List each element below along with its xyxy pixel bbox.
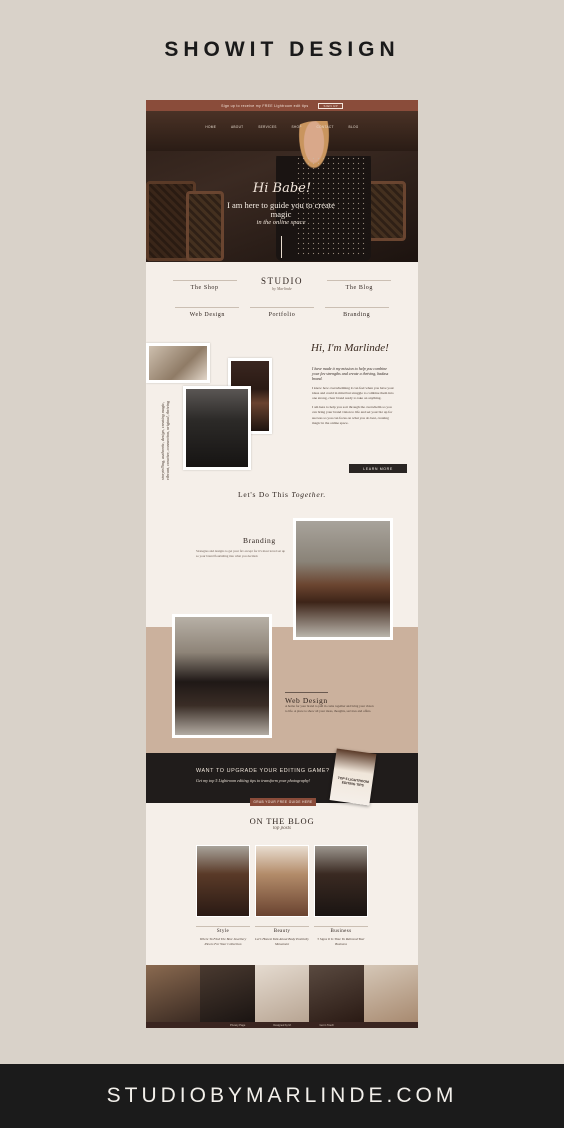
site-footer: Privacy Page Designed by M. Get in Touch [146, 1022, 418, 1028]
website-url: STUDIOBYMARLINDE.COM [106, 1084, 458, 1107]
menu-item-portfolio[interactable]: Portfolio [249, 307, 314, 318]
blog-category[interactable]: Business [314, 926, 368, 934]
web-design-text: A home for your brand to pull in come to… [285, 704, 374, 713]
about-keywords: storytelling, authentic, design, creatin… [160, 401, 170, 480]
about-paragraph: I am here to help you sort through the o… [312, 405, 393, 425]
announcement-bar: Sign up to receive my FREE Lightroom edi… [146, 100, 418, 111]
footer-link[interactable]: Privacy Page [230, 1024, 245, 1027]
instagram-image[interactable] [146, 965, 201, 1022]
blog-post-image[interactable] [255, 845, 309, 917]
hero-headline: I am here to guide you to create magic [227, 200, 335, 219]
instagram-image[interactable] [254, 965, 310, 1022]
instagram-feed [146, 965, 418, 1022]
page-title: SHOWIT DESIGN [164, 38, 400, 61]
menu-item-branding[interactable]: Branding [324, 307, 389, 318]
hero-divider [281, 236, 282, 258]
about-paragraph: I know how overwhelming it can feel when… [312, 385, 394, 401]
announcement-text: Sign up to receive my FREE Lightroom edi… [221, 103, 309, 108]
instagram-image[interactable] [200, 965, 255, 1022]
nav-shop[interactable]: SHOP [291, 125, 301, 129]
url-banner: STUDIOBYMARLINDE.COM [0, 1064, 564, 1128]
blog-post-title[interactable]: 5 Signs It Is Time To Rebrand Your Busin… [314, 937, 368, 947]
blog-subheading: top posts [273, 826, 291, 831]
nav-home[interactable]: HOME [205, 125, 216, 129]
instagram-image[interactable] [363, 965, 418, 1022]
blog-post-image[interactable] [196, 845, 250, 917]
nav-services[interactable]: SERVICES [258, 125, 276, 129]
footer-link[interactable]: Get in Touch [319, 1024, 334, 1027]
nav-about[interactable]: ABOUT [231, 125, 243, 129]
menu-item-shop[interactable]: The Shop [172, 280, 237, 291]
blog-category[interactable]: Beauty [255, 926, 309, 934]
menu-item-web-design[interactable]: Web Design [175, 307, 240, 318]
services-heading-b: Together. [291, 490, 327, 499]
main-nav: HOME ABOUT SERVICES SHOP CONTACT BLOG [146, 125, 418, 129]
about-greeting: Hi, I'm Marlinde! [311, 342, 389, 354]
instagram-image[interactable] [309, 965, 364, 1022]
about-photo-flatlay [146, 343, 210, 383]
free-guide-button[interactable]: GRAB YOUR FREE GUIDE HERE [250, 798, 316, 806]
blog-post-image[interactable] [314, 845, 368, 917]
branding-text: Strategies and designs to get your fav e… [196, 549, 286, 558]
logo-wordmark: STUDIO [261, 276, 303, 286]
hero-section: HOME ABOUT SERVICES SHOP CONTACT BLOG Hi… [146, 111, 418, 262]
services-heading: Let's Do This Together. [146, 490, 418, 499]
learn-more-button[interactable]: LEARN MORE [349, 464, 407, 473]
menu-row: Web Design Portfolio Branding [146, 307, 418, 318]
branding-title[interactable]: Branding [243, 536, 276, 545]
nav-contact[interactable]: CONTACT [316, 125, 333, 129]
footer-link[interactable]: Designed by M. [273, 1024, 291, 1027]
signup-button[interactable]: SIGN UP [318, 102, 343, 109]
hero-script: Hi Babe! [252, 181, 312, 196]
web-design-photo [172, 614, 272, 738]
menu-item-blog[interactable]: The Blog [327, 280, 392, 291]
blog-post-title[interactable]: Let's Honest Talk About Body Positivity … [255, 937, 309, 947]
cta-heading: WANT TO UPGRADE YOUR EDITING GAME? [196, 768, 330, 774]
about-intro: I have made it my mission to help you co… [312, 366, 389, 382]
hero-script-sub: in the online space [256, 219, 306, 226]
site-logo[interactable]: STUDIO by Marlinde [246, 276, 318, 291]
services-heading-a: Let's Do This [237, 490, 289, 499]
cta-text: Get my top 5 Lightroom editing tips to t… [196, 778, 311, 783]
blog-category[interactable]: Style [196, 926, 250, 934]
blog-post-title[interactable]: Where To Find The Best Jewellery Pieces … [196, 937, 250, 947]
about-photo-bw [183, 386, 251, 470]
blog-heading: ON THE BLOG [249, 816, 315, 826]
branding-photo [293, 518, 393, 640]
website-mockup: Sign up to receive my FREE Lightroom edi… [146, 100, 418, 1028]
nav-blog[interactable]: BLOG [349, 125, 359, 129]
logo-script: by Marlinde [272, 286, 292, 291]
about-text: I have made it my mission to help you co… [312, 366, 394, 426]
